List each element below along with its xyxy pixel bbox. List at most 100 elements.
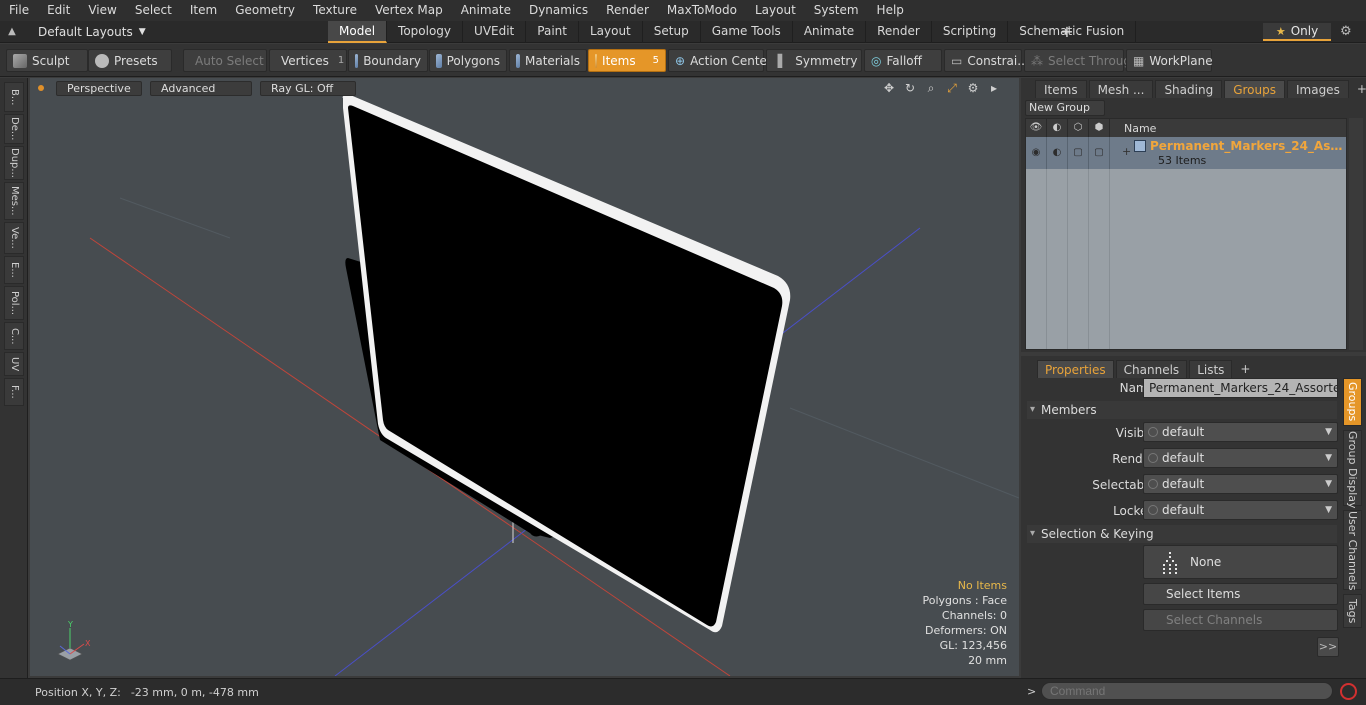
locked-select[interactable]: default ▼ xyxy=(1143,500,1338,520)
symmetry-button[interactable]: ▐ Symmetry xyxy=(766,49,862,72)
left-tab-mes[interactable]: Mes... xyxy=(4,182,24,220)
perspective-dropdown[interactable]: Perspective xyxy=(56,80,142,96)
visible-select[interactable]: default ▼ xyxy=(1143,422,1338,442)
side-tab-user-channels[interactable]: User Channels xyxy=(1343,510,1362,590)
group-name-field[interactable]: Permanent_Markers_24_Assorted_Co xyxy=(1143,378,1338,398)
rotate-icon[interactable]: ↻ xyxy=(903,81,917,95)
viewport-scene[interactable] xyxy=(30,78,1019,676)
left-tab-f[interactable]: F... xyxy=(4,378,24,406)
menu-item[interactable]: Item xyxy=(181,0,226,21)
raygl-toggle[interactable]: Ray GL: Off xyxy=(260,80,356,96)
lock-icon[interactable]: ⬡ xyxy=(1068,119,1089,137)
tab-shading[interactable]: Shading xyxy=(1155,80,1223,98)
tab-layout[interactable]: Layout xyxy=(579,21,643,43)
new-group-button[interactable]: New Group xyxy=(1025,100,1105,116)
action-center-button[interactable]: ⊕ Action Center xyxy=(668,49,772,72)
tab-properties[interactable]: Properties xyxy=(1037,360,1114,378)
menu-help[interactable]: Help xyxy=(868,0,913,21)
select-items-button[interactable]: Select Items xyxy=(1143,583,1338,605)
tab-channels[interactable]: Channels xyxy=(1115,360,1188,378)
left-tab-dup[interactable]: Dup... xyxy=(4,146,24,180)
add-properties-tab-button[interactable]: + xyxy=(1234,360,1256,378)
menu-render[interactable]: Render xyxy=(597,0,658,21)
members-section[interactable]: Members xyxy=(1027,401,1337,419)
viewport-menu-dot[interactable] xyxy=(38,85,44,91)
tab-items[interactable]: Items xyxy=(1035,80,1087,98)
menu-edit[interactable]: Edit xyxy=(38,0,79,21)
render-select[interactable]: default ▼ xyxy=(1143,448,1338,468)
move-icon[interactable]: ✥ xyxy=(882,81,896,95)
items-button[interactable]: Items 5 xyxy=(588,49,666,72)
menu-layout[interactable]: Layout xyxy=(746,0,805,21)
tab-scripting[interactable]: Scripting xyxy=(932,21,1009,43)
row-select-checkbox[interactable]: ▢ xyxy=(1089,137,1110,169)
add-panel-tab-button[interactable]: + xyxy=(1351,80,1366,98)
select-icon[interactable]: ⬢ xyxy=(1089,119,1110,137)
side-tab-groups[interactable]: Groups xyxy=(1343,378,1362,426)
zoom-icon[interactable]: ⌕ xyxy=(924,81,938,95)
only-button[interactable]: ★ Only xyxy=(1263,23,1331,41)
tab-mesh[interactable]: Mesh ... xyxy=(1088,80,1154,98)
menu-select[interactable]: Select xyxy=(126,0,181,21)
row-eye-icon[interactable]: ◉ xyxy=(1026,137,1047,169)
falloff-button[interactable]: ◎ Falloff xyxy=(864,49,942,72)
menu-file[interactable]: File xyxy=(0,0,38,21)
presets-button[interactable]: Presets xyxy=(88,49,172,72)
side-tab-tags[interactable]: Tags xyxy=(1343,594,1362,628)
workplane-button[interactable]: ▦ WorkPlane xyxy=(1126,49,1213,72)
tab-game-tools[interactable]: Game Tools xyxy=(701,21,793,43)
add-tab-button[interactable]: + xyxy=(1058,22,1076,42)
group-row[interactable]: ◉ ◐ ▢ ▢ + Permanent_Markers_24_Assorted_… xyxy=(1026,137,1346,169)
tab-animate[interactable]: Animate xyxy=(793,21,867,43)
left-tab-b[interactable]: B... xyxy=(4,82,24,112)
row-render-icon[interactable]: ◐ xyxy=(1047,137,1068,169)
menu-system[interactable]: System xyxy=(805,0,868,21)
tab-groups[interactable]: Groups xyxy=(1224,80,1285,98)
render-icon[interactable]: ◐ xyxy=(1047,119,1068,137)
boundary-button[interactable]: Boundary xyxy=(348,49,428,72)
menu-animate[interactable]: Animate xyxy=(452,0,520,21)
left-tab-pol[interactable]: Pol... xyxy=(4,286,24,320)
auto-select-button[interactable]: Auto Select xyxy=(183,49,267,72)
menu-texture[interactable]: Texture xyxy=(304,0,366,21)
viewport-gear-icon[interactable]: ⚙ xyxy=(966,81,980,95)
visibility-eye-icon[interactable]: 👁 xyxy=(1026,119,1047,137)
left-tab-c[interactable]: C... xyxy=(4,322,24,350)
tab-setup[interactable]: Setup xyxy=(643,21,701,43)
selection-keying-section[interactable]: Selection & Keying xyxy=(1027,525,1337,543)
side-tab-group-display[interactable]: Group Display xyxy=(1343,430,1362,509)
row-lock-checkbox[interactable]: ▢ xyxy=(1068,137,1089,169)
menu-maxtomodo[interactable]: MaxToModo xyxy=(658,0,746,21)
materials-button[interactable]: Materials xyxy=(509,49,587,72)
none-button[interactable]: None xyxy=(1143,545,1338,579)
fit-icon[interactable]: ⤢ xyxy=(945,81,959,95)
tab-topology[interactable]: Topology xyxy=(387,21,464,43)
tab-paint[interactable]: Paint xyxy=(526,21,579,43)
3d-viewport[interactable]: Perspective Advanced Ray GL: Off ✥ ↻ ⌕ ⤢… xyxy=(30,78,1019,676)
sculpt-button[interactable]: Sculpt xyxy=(6,49,88,72)
menu-geometry[interactable]: Geometry xyxy=(226,0,304,21)
left-tab-e[interactable]: E... xyxy=(4,256,24,284)
left-tab-de[interactable]: De... xyxy=(4,114,24,144)
polygons-button[interactable]: Polygons xyxy=(429,49,507,72)
tab-images[interactable]: Images xyxy=(1286,80,1349,98)
selectable-select[interactable]: default ▼ xyxy=(1143,474,1338,494)
more-button[interactable]: >> xyxy=(1317,637,1339,657)
menu-view[interactable]: View xyxy=(79,0,125,21)
tab-render[interactable]: Render xyxy=(866,21,932,43)
select-channels-button[interactable]: Select Channels xyxy=(1143,609,1338,631)
left-tab-ve[interactable]: Ve... xyxy=(4,222,24,254)
record-icon[interactable] xyxy=(1340,683,1357,700)
play-icon[interactable]: ▸ xyxy=(987,81,1001,95)
tab-model[interactable]: Model xyxy=(328,21,388,43)
tab-uvedit[interactable]: UVEdit xyxy=(463,21,527,43)
layout-selector[interactable]: ▲ Default Layouts ▼ xyxy=(6,23,146,41)
constraints-button[interactable]: ▭ Constrai... xyxy=(944,49,1029,72)
advanced-dropdown[interactable]: Advanced xyxy=(150,80,252,96)
command-input[interactable] xyxy=(1041,682,1333,700)
expand-plus-icon[interactable]: + xyxy=(1122,145,1131,158)
group-list-scrollbar[interactable] xyxy=(1349,118,1363,350)
left-tab-uv[interactable]: UV xyxy=(4,352,24,376)
vertices-button[interactable]: Vertices 1 xyxy=(269,49,347,72)
tab-lists[interactable]: Lists xyxy=(1189,360,1233,378)
